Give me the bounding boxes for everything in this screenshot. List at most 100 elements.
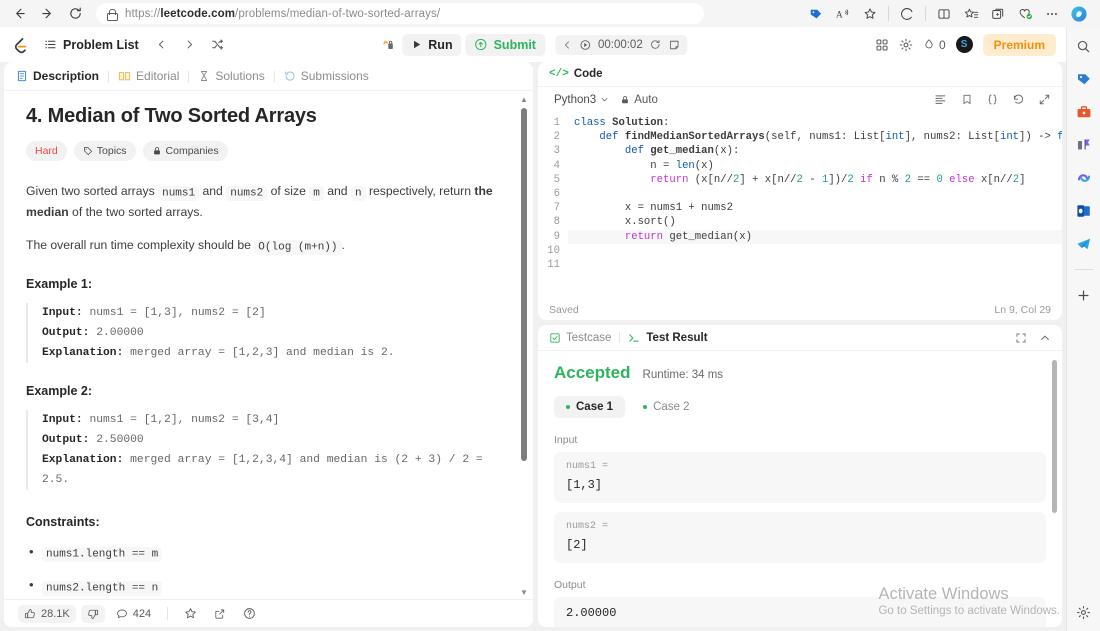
code-line[interactable]	[574, 258, 1062, 272]
format-code-icon[interactable]	[934, 93, 947, 106]
add-sidebar-icon[interactable]	[1073, 284, 1095, 306]
list-icon	[43, 38, 57, 52]
premium-button[interactable]: Premium	[982, 33, 1056, 56]
favorites-bar-icon[interactable]	[958, 3, 984, 25]
code-line[interactable]: return (x[n//2] + x[n//2 - 1])/2 if n % …	[574, 173, 1062, 187]
tab-test-result[interactable]: Test Result	[628, 332, 708, 344]
favorite-icon[interactable]	[857, 3, 883, 25]
shopping-tag-icon[interactable]	[1073, 68, 1095, 90]
shuffle-icon[interactable]	[208, 34, 228, 56]
layout-grid-icon[interactable]	[875, 38, 889, 52]
back-icon[interactable]	[6, 3, 32, 25]
input-box-nums2[interactable]: nums2 = [2]	[554, 512, 1046, 563]
line-number: 10	[547, 244, 560, 257]
copilot-icon[interactable]	[894, 3, 920, 25]
tab-submissions[interactable]: Submissions	[284, 69, 378, 83]
browser-health-icon[interactable]	[1012, 3, 1038, 25]
list-item: nums1.length == m	[26, 541, 511, 564]
scrollbar-track[interactable]	[517, 106, 531, 587]
leetcode-logo-icon[interactable]	[10, 35, 30, 55]
read-aloud-icon[interactable]: A	[830, 3, 856, 25]
code-line[interactable]: x = nums1 + nums2	[574, 201, 1062, 215]
tab-solutions-label: Solutions	[215, 69, 265, 83]
fullscreen-icon[interactable]	[1038, 93, 1051, 106]
description-scrollbar[interactable]: ▲ ▼	[517, 94, 531, 599]
example-1-block: Input: nums1 = [1,3], nums2 = [2] Output…	[26, 303, 511, 364]
case-tab-1[interactable]: Case 1	[554, 396, 626, 418]
code-line[interactable]: return get_median(x)	[568, 229, 1062, 244]
code-line[interactable]: class Solution:	[574, 116, 1062, 130]
reset-code-icon[interactable]	[1012, 93, 1025, 106]
tab-editorial[interactable]: Editorial	[118, 69, 188, 83]
problem-list-label: Problem List	[63, 37, 139, 52]
settings-gear-icon[interactable]	[899, 38, 913, 52]
comments-button[interactable]: 424	[110, 605, 157, 623]
browser-essentials-icon[interactable]	[985, 3, 1011, 25]
code-nums2: nums2	[226, 185, 268, 201]
streak-counter[interactable]: 0	[923, 38, 946, 52]
code-line[interactable]	[574, 187, 1062, 201]
outlook-icon[interactable]	[1073, 200, 1095, 222]
code-toolbar: Python3 Auto	[538, 87, 1062, 112]
problem-list-button[interactable]: Problem List	[38, 35, 144, 55]
code-line[interactable]: def findMedianSortedArrays(self, nums1: …	[574, 130, 1062, 144]
expand-panel-icon[interactable]	[1015, 332, 1027, 344]
tab-testcase[interactable]: Testcase	[549, 332, 611, 344]
cloud-upload-icon	[475, 38, 487, 51]
code-line[interactable]: n = len(x)	[574, 159, 1062, 173]
prev-problem-icon[interactable]	[152, 34, 172, 56]
collapse-panel-icon[interactable]	[1039, 332, 1051, 344]
scrollbar-thumb[interactable]	[521, 108, 527, 461]
test-scrollbar[interactable]	[1049, 357, 1059, 621]
code-line[interactable]: def get_median(x):	[574, 144, 1062, 158]
topics-button[interactable]: Topics	[73, 141, 136, 161]
help-button[interactable]	[237, 604, 262, 623]
tab-description-label: Description	[33, 69, 100, 83]
tab-description[interactable]: Description	[16, 69, 108, 83]
forward-icon[interactable]	[34, 3, 60, 25]
collections-icon[interactable]	[803, 3, 829, 25]
svg-text:A: A	[836, 9, 843, 19]
scrollbar-thumb[interactable]	[1051, 360, 1057, 514]
like-button[interactable]: 28.1K	[18, 604, 76, 623]
tab-solutions[interactable]: Solutions	[198, 69, 273, 83]
avatar[interactable]: S	[955, 36, 973, 53]
games-icon[interactable]	[1073, 134, 1095, 156]
split-screen-icon[interactable]	[931, 3, 957, 25]
debug-icon[interactable]	[378, 34, 398, 56]
code-content[interactable]: class Solution: def findMedianSortedArra…	[568, 116, 1062, 300]
scroll-up-icon[interactable]: ▲	[520, 94, 528, 106]
copilot-badge-icon[interactable]	[1066, 3, 1092, 25]
auto-toggle[interactable]: Auto	[620, 94, 658, 106]
favorite-button[interactable]	[178, 604, 203, 623]
sidebar-settings-icon[interactable]	[1073, 601, 1095, 623]
reload-icon[interactable]	[62, 3, 88, 25]
submit-label: Submit	[493, 37, 536, 52]
difficulty-badge[interactable]: Hard	[26, 141, 67, 161]
copilot-sidebar-icon[interactable]	[1073, 167, 1095, 189]
run-button[interactable]: Run	[402, 33, 462, 56]
input-box-nums1[interactable]: nums1 = [1,3]	[554, 452, 1046, 503]
settings-more-icon[interactable]	[1039, 3, 1065, 25]
address-bar[interactable]: https://leetcode.com/problems/median-of-…	[96, 3, 704, 24]
braces-icon[interactable]	[986, 93, 999, 106]
next-problem-icon[interactable]	[180, 34, 200, 56]
companies-label: Companies	[165, 145, 219, 157]
scroll-down-icon[interactable]: ▼	[520, 587, 528, 599]
language-selector[interactable]: Python3	[549, 92, 614, 108]
code-token: ])/	[828, 173, 848, 186]
code-line[interactable]: x.sort()	[574, 215, 1062, 229]
telegram-icon[interactable]	[1073, 233, 1095, 255]
timer-group: 00:00:02	[554, 34, 688, 55]
companies-button[interactable]: Companies	[142, 141, 228, 161]
code-line[interactable]	[574, 244, 1062, 258]
case-tab-2[interactable]: Case 2	[631, 396, 701, 418]
bookmark-icon[interactable]	[960, 93, 973, 106]
share-button[interactable]	[208, 605, 232, 623]
dislike-button[interactable]	[80, 604, 105, 623]
code-token: findMedianSortedArrays	[624, 131, 765, 144]
code-editor[interactable]: 1 2 3 4 5 6 7 8 9 10 11 class Solution: def findMe…	[538, 112, 1062, 300]
search-icon[interactable]	[1073, 35, 1095, 57]
tools-icon[interactable]	[1073, 101, 1095, 123]
submit-button[interactable]: Submit	[465, 33, 545, 56]
